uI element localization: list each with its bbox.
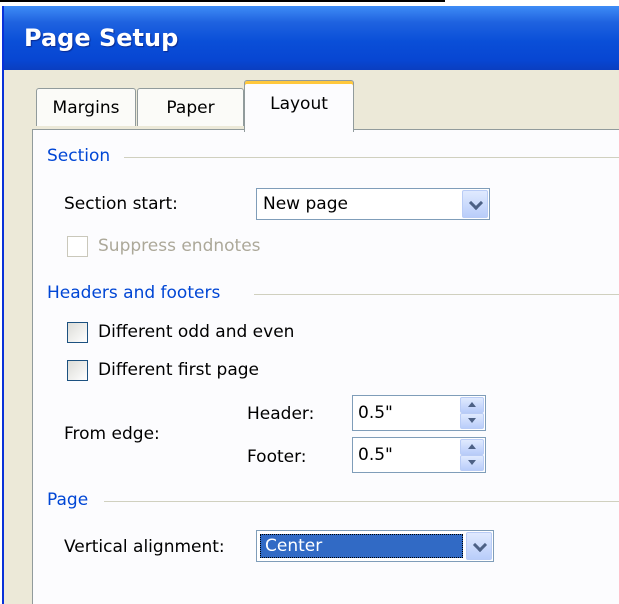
header-spinner[interactable]: 0.5"	[352, 395, 486, 431]
footer-spin-buttons	[460, 439, 484, 471]
tab-paper[interactable]: Paper	[137, 88, 244, 126]
vertical-alignment-label: Vertical alignment:	[64, 537, 225, 557]
suppress-endnotes-checkbox[interactable]	[67, 236, 88, 257]
footer-label: Footer:	[247, 447, 307, 467]
from-edge-label: From edge:	[64, 424, 160, 444]
different-odd-even-checkbox[interactable]	[67, 322, 88, 343]
section-group-divider	[124, 157, 619, 158]
header-value: 0.5"	[358, 403, 393, 423]
suppress-endnotes-label: Suppress endnotes	[98, 236, 261, 256]
header-increment-button[interactable]	[460, 397, 484, 413]
title-bar[interactable]: Page Setup	[4, 6, 619, 70]
dialog-title: Page Setup	[24, 24, 179, 52]
header-label: Header:	[247, 404, 315, 424]
chevron-down-icon	[472, 537, 488, 553]
arrow-down-icon	[468, 460, 476, 465]
chevron-down-icon	[468, 195, 484, 211]
vertical-alignment-selection: Center	[260, 534, 463, 558]
tab-layout[interactable]: Layout	[244, 80, 354, 132]
different-first-page-label: Different first page	[98, 360, 259, 380]
footer-increment-button[interactable]	[460, 439, 484, 455]
different-first-page-checkbox[interactable]	[67, 360, 88, 381]
top-border-line	[0, 0, 445, 2]
headers-footers-group-divider	[254, 294, 619, 295]
page-setup-dialog: Page Setup Margins Paper Layout Section …	[2, 6, 619, 604]
footer-value: 0.5"	[358, 445, 393, 465]
vertical-alignment-value: Center	[265, 536, 323, 556]
section-start-dropdown[interactable]: New page	[256, 188, 490, 220]
section-start-label: Section start:	[64, 194, 178, 214]
headers-footers-group-title: Headers and footers	[47, 283, 229, 303]
arrow-up-icon	[468, 402, 476, 407]
page-group-title: Page	[47, 490, 97, 510]
page-group-divider	[104, 501, 619, 502]
arrow-down-icon	[468, 418, 476, 423]
vertical-alignment-dropdown-button[interactable]	[466, 532, 492, 560]
header-spin-buttons	[460, 397, 484, 429]
section-start-value: New page	[263, 194, 348, 214]
header-decrement-button[interactable]	[460, 413, 484, 429]
different-odd-even-label: Different odd and even	[98, 322, 295, 342]
section-group-title: Section	[47, 146, 119, 166]
footer-decrement-button[interactable]	[460, 455, 484, 471]
section-start-dropdown-button[interactable]	[462, 190, 488, 218]
tab-margins[interactable]: Margins	[36, 88, 136, 126]
footer-spinner[interactable]: 0.5"	[352, 437, 486, 473]
vertical-alignment-dropdown[interactable]: Center	[256, 530, 494, 562]
arrow-up-icon	[468, 444, 476, 449]
